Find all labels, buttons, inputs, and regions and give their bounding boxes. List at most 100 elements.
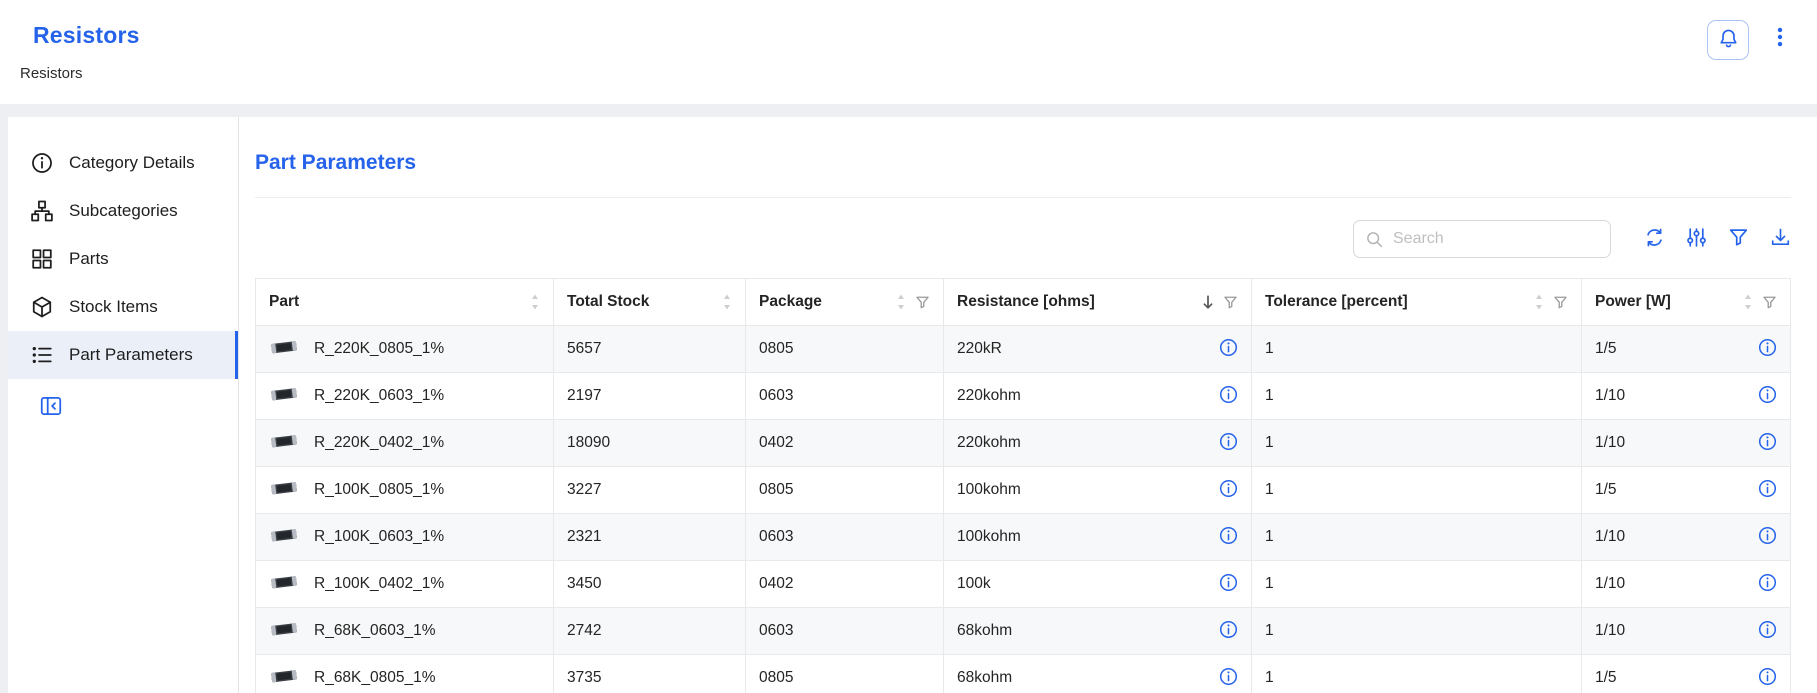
info-circle-icon bbox=[1758, 338, 1777, 360]
notifications-button[interactable] bbox=[1707, 20, 1749, 60]
column-filter-icon[interactable] bbox=[1553, 295, 1568, 310]
table-row[interactable]: R_100K_0603_1% 2321 0603 100kohm 1 1/10 bbox=[256, 514, 1791, 561]
column-header-total-stock[interactable]: Total Stock bbox=[554, 279, 746, 326]
resistance-info-button[interactable] bbox=[1219, 432, 1238, 454]
column-header-label: Package bbox=[759, 293, 887, 311]
sort-icon[interactable] bbox=[722, 292, 732, 312]
column-header-package[interactable]: Package bbox=[746, 279, 944, 326]
refresh-button[interactable] bbox=[1644, 227, 1665, 251]
cube-icon bbox=[31, 296, 53, 318]
resistance-info-button[interactable] bbox=[1219, 620, 1238, 642]
table-header-row: Part Total Stock Package Resistance [ohm… bbox=[256, 279, 1791, 326]
table-body: R_220K_0805_1% 5657 0805 220kR 1 1/5 bbox=[256, 326, 1791, 693]
sidebar: Category Details Subcategories Parts Sto… bbox=[8, 117, 239, 693]
column-header-part[interactable]: Part bbox=[256, 279, 554, 326]
total-stock-value: 3735 bbox=[554, 655, 746, 693]
column-header-label: Total Stock bbox=[567, 293, 713, 311]
table-row[interactable]: R_220K_0603_1% 2197 0603 220kohm 1 1/10 bbox=[256, 373, 1791, 420]
filter-button[interactable] bbox=[1728, 227, 1749, 251]
power-value: 1/10 bbox=[1595, 434, 1625, 452]
power-info-button[interactable] bbox=[1758, 338, 1777, 360]
part-name: R_68K_0805_1% bbox=[314, 669, 436, 687]
column-filter-icon[interactable] bbox=[915, 295, 930, 310]
table-row[interactable]: R_68K_0603_1% 2742 0603 68kohm 1 1/10 bbox=[256, 608, 1791, 655]
sort-icon[interactable] bbox=[530, 292, 540, 312]
table-row[interactable]: R_68K_0805_1% 3735 0805 68kohm 1 1/5 bbox=[256, 655, 1791, 693]
resistance-info-button[interactable] bbox=[1219, 338, 1238, 360]
sort-icon[interactable] bbox=[1534, 292, 1544, 312]
table-row[interactable]: R_220K_0805_1% 5657 0805 220kR 1 1/5 bbox=[256, 326, 1791, 373]
column-header-label: Power [W] bbox=[1595, 293, 1734, 311]
sidebar-item-label: Part Parameters bbox=[69, 345, 193, 365]
sort-icon[interactable] bbox=[1743, 292, 1753, 312]
info-circle-icon bbox=[1219, 667, 1238, 689]
total-stock-value: 18090 bbox=[554, 420, 746, 467]
resistance-value: 220kohm bbox=[957, 434, 1021, 452]
resistance-info-button[interactable] bbox=[1219, 573, 1238, 595]
total-stock-value: 2197 bbox=[554, 373, 746, 420]
table-row[interactable]: R_100K_0805_1% 3227 0805 100kohm 1 1/5 bbox=[256, 467, 1791, 514]
info-circle-icon bbox=[1219, 385, 1238, 407]
power-info-button[interactable] bbox=[1758, 573, 1777, 595]
sidebar-item-category-details[interactable]: Category Details bbox=[8, 139, 238, 187]
total-stock-value: 2321 bbox=[554, 514, 746, 561]
refresh-icon bbox=[1644, 227, 1665, 251]
info-circle-icon bbox=[1758, 432, 1777, 454]
column-header-tolerance-percent[interactable]: Tolerance [percent] bbox=[1252, 279, 1582, 326]
power-info-button[interactable] bbox=[1758, 479, 1777, 501]
toolbar-buttons bbox=[1644, 227, 1791, 251]
power-info-button[interactable] bbox=[1758, 667, 1777, 689]
resistance-info-button[interactable] bbox=[1219, 479, 1238, 501]
bell-icon bbox=[1718, 28, 1739, 52]
info-circle-icon bbox=[1758, 385, 1777, 407]
sort-icon[interactable] bbox=[896, 292, 906, 312]
resistor-chip-icon bbox=[269, 479, 299, 502]
sidebar-item-part-parameters[interactable]: Part Parameters bbox=[8, 331, 238, 379]
info-circle-icon bbox=[1219, 573, 1238, 595]
column-header-resistance-ohms[interactable]: Resistance [ohms] bbox=[944, 279, 1252, 326]
download-button[interactable] bbox=[1770, 227, 1791, 251]
power-info-button[interactable] bbox=[1758, 385, 1777, 407]
tolerance-value: 1 bbox=[1252, 420, 1582, 467]
hierarchy-icon bbox=[31, 200, 53, 222]
table-row[interactable]: R_220K_0402_1% 18090 0402 220kohm 1 1/10 bbox=[256, 420, 1791, 467]
info-circle-icon bbox=[1758, 620, 1777, 642]
column-header-label: Part bbox=[269, 293, 521, 311]
collapse-sidebar-icon bbox=[40, 395, 62, 420]
collapse-sidebar-button[interactable] bbox=[40, 395, 62, 420]
power-info-button[interactable] bbox=[1758, 432, 1777, 454]
power-value: 1/5 bbox=[1595, 669, 1617, 687]
header-actions bbox=[1707, 16, 1795, 104]
sidebar-item-subcategories[interactable]: Subcategories bbox=[8, 187, 238, 235]
resistance-value: 100kohm bbox=[957, 528, 1021, 546]
overflow-menu-button[interactable] bbox=[1765, 20, 1795, 57]
sort-icon[interactable] bbox=[1202, 294, 1214, 311]
column-filter-icon[interactable] bbox=[1762, 295, 1777, 310]
column-header-label: Resistance [ohms] bbox=[957, 293, 1193, 311]
resistor-chip-icon bbox=[269, 338, 299, 361]
info-circle-icon bbox=[1219, 620, 1238, 642]
resistance-info-button[interactable] bbox=[1219, 667, 1238, 689]
resistor-chip-icon bbox=[269, 620, 299, 643]
sidebar-item-stock-items[interactable]: Stock Items bbox=[8, 283, 238, 331]
resistance-info-button[interactable] bbox=[1219, 385, 1238, 407]
section-divider bbox=[255, 197, 1791, 198]
search-input[interactable] bbox=[1393, 230, 1600, 248]
resistance-info-button[interactable] bbox=[1219, 526, 1238, 548]
total-stock-value: 3227 bbox=[554, 467, 746, 514]
column-settings-button[interactable] bbox=[1686, 227, 1707, 251]
table-row[interactable]: R_100K_0402_1% 3450 0402 100k 1 1/10 bbox=[256, 561, 1791, 608]
column-header-power-w[interactable]: Power [W] bbox=[1582, 279, 1791, 326]
column-filter-icon[interactable] bbox=[1223, 295, 1238, 310]
sidebar-item-parts[interactable]: Parts bbox=[8, 235, 238, 283]
funnel-icon bbox=[1728, 227, 1749, 251]
power-info-button[interactable] bbox=[1758, 526, 1777, 548]
total-stock-value: 3450 bbox=[554, 561, 746, 608]
content-area: Part Parameters Part Total Stock Packag bbox=[239, 117, 1817, 693]
part-name: R_100K_0805_1% bbox=[314, 481, 444, 499]
info-icon bbox=[31, 152, 53, 174]
power-info-button[interactable] bbox=[1758, 620, 1777, 642]
info-circle-icon bbox=[1219, 432, 1238, 454]
tolerance-value: 1 bbox=[1252, 514, 1582, 561]
tolerance-value: 1 bbox=[1252, 608, 1582, 655]
